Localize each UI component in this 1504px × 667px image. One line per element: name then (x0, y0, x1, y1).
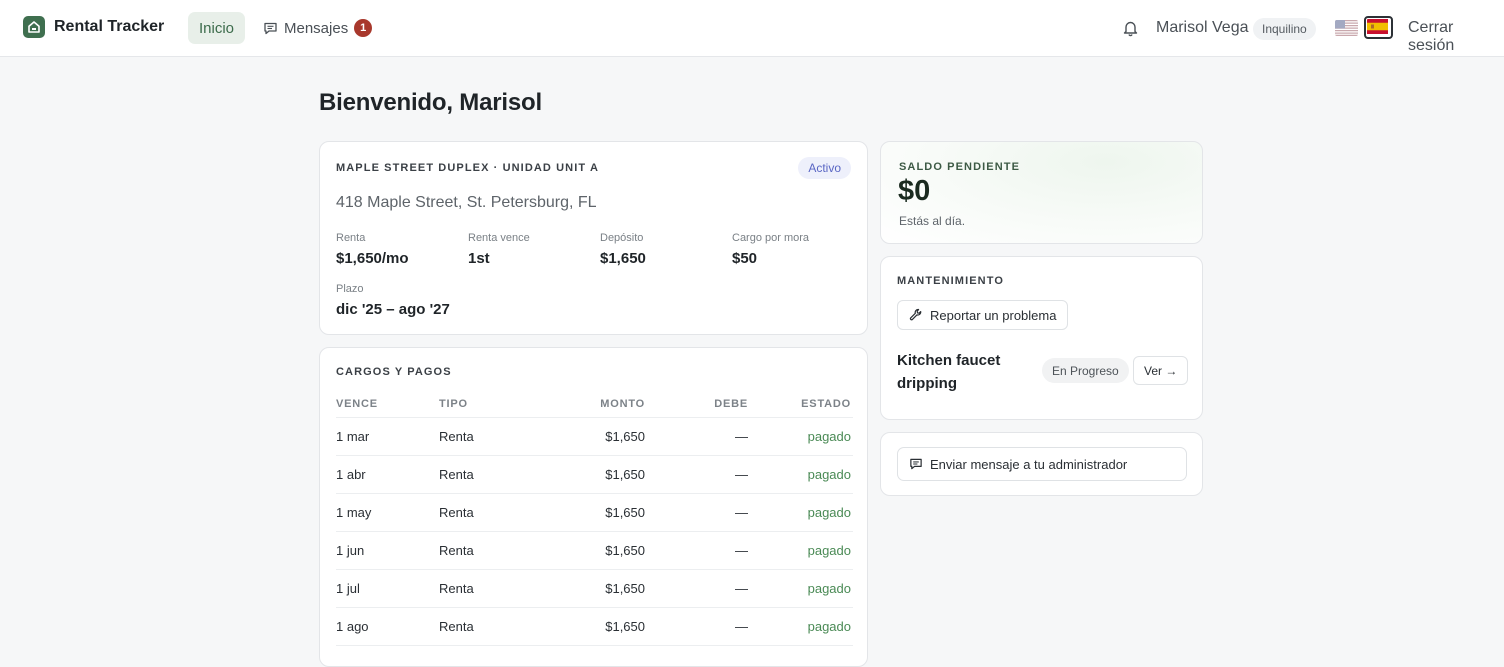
cell-status: pagado (807, 467, 851, 482)
cell-status: pagado (807, 581, 851, 596)
page-title: Bienvenido, Marisol (319, 89, 542, 116)
message-admin-button[interactable]: Enviar mensaje a tu administrador (897, 447, 1187, 481)
cell-amount: $1,650 (605, 543, 645, 558)
cell-amount: $1,650 (605, 619, 645, 634)
issue-title: Kitchen faucet dripping (897, 352, 1001, 392)
logout-link[interactable]: Cerrar sesión (1408, 19, 1504, 55)
role-badge: Inquilino (1253, 18, 1316, 40)
maintenance-heading: MANTENIMIENTO (897, 275, 1004, 287)
cell-amount: $1,650 (605, 429, 645, 444)
balance-amount: $0 (898, 175, 931, 207)
field-value: dic '25 – ago '27 (336, 301, 450, 318)
charges-card: CARGOS Y PAGOS VENCE TIPO MONTO DEBE EST… (319, 347, 868, 667)
cell-type: Renta (439, 429, 474, 444)
maintenance-card: MANTENIMIENTO Reportar un problema Kitch… (880, 256, 1203, 420)
field-value: $1,650 (600, 250, 646, 267)
balance-note: Estás al día. (899, 214, 966, 228)
cell-owed: — (735, 467, 748, 482)
charges-table: VENCE TIPO MONTO DEBE ESTADO 1 mar Renta $… (336, 396, 853, 646)
chat-icon (264, 22, 277, 34)
cell-owed: — (735, 429, 748, 444)
cell-amount: $1,650 (605, 467, 645, 482)
cell-status: pagado (807, 429, 851, 444)
field-value: 1st (468, 250, 490, 267)
cell-due: 1 may (336, 505, 372, 520)
cell-due: 1 jun (336, 543, 365, 558)
rent-due-field: Renta vence 1st (468, 232, 530, 267)
cell-type: Renta (439, 543, 474, 558)
cell-due: 1 ago (336, 619, 369, 634)
cell-type: Renta (439, 467, 474, 482)
term-field: Plazo dic '25 – ago '27 (336, 283, 450, 318)
cell-type: Renta (439, 581, 474, 596)
cell-owed: — (735, 505, 748, 520)
field-label: Renta vence (468, 232, 530, 244)
lease-status-badge: Activo (798, 157, 851, 179)
table-row: 1 mar Renta $1,650 — pagado (336, 418, 853, 456)
rent-field: Renta $1,650/mo (336, 232, 409, 267)
brand[interactable]: Rental Tracker (23, 16, 164, 38)
cell-owed: — (735, 619, 748, 634)
charges-heading: CARGOS Y PAGOS (336, 366, 452, 378)
field-label: Plazo (336, 283, 364, 295)
balance-card: SALDO PENDIENTE $0 Estás al día. (880, 141, 1203, 244)
column-header-owed: DEBE (714, 398, 748, 410)
user-name: Marisol Vega (1156, 19, 1249, 36)
messages-count-badge: 1 (354, 19, 373, 37)
column-header-amount: MONTO (600, 398, 645, 410)
column-header-status: ESTADO (801, 398, 851, 410)
top-nav: Rental Tracker Inicio Mensajes 1 Marisol… (0, 0, 1504, 57)
balance-heading: SALDO PENDIENTE (899, 161, 1021, 173)
wrench-icon (909, 308, 922, 321)
field-value: $1,650/mo (336, 250, 409, 267)
contact-card: Enviar mensaje a tu administrador (880, 432, 1203, 496)
property-card: MAPLE STREET DUPLEX · UNIDAD UNIT A Acti… (319, 141, 868, 335)
report-issue-label: Reportar un problema (930, 307, 1057, 323)
late-fee-field: Cargo por mora $50 (732, 232, 809, 267)
table-row: 1 ago Renta $1,650 — pagado (336, 608, 853, 646)
cell-type: Renta (439, 619, 474, 634)
column-header-type: TIPO (439, 398, 468, 410)
bell-icon[interactable] (1122, 19, 1139, 42)
view-issue-button[interactable]: Ver → (1133, 356, 1189, 385)
message-admin-label: Enviar mensaje a tu administrador (930, 456, 1128, 472)
nav-home-tab[interactable]: Inicio (188, 12, 246, 44)
issue-status-badge: En Progreso (1042, 358, 1129, 383)
table-header: VENCE TIPO MONTO DEBE ESTADO (336, 396, 853, 418)
cell-due: 1 abr (336, 467, 366, 482)
column-header-due: VENCE (336, 398, 378, 410)
field-value: $50 (732, 250, 758, 267)
table-row: 1 jun Renta $1,650 — pagado (336, 532, 853, 570)
cell-owed: — (735, 581, 748, 596)
nav-messages-tab[interactable]: Mensajes 1 (263, 12, 373, 44)
cell-owed: — (735, 543, 748, 558)
field-label: Depósito (600, 232, 644, 244)
field-label: Renta (336, 232, 366, 244)
cell-amount: $1,650 (605, 581, 645, 596)
chat-icon (910, 458, 922, 470)
cell-status: pagado (807, 505, 851, 520)
house-icon (23, 16, 45, 38)
flag-es-icon[interactable] (1364, 16, 1393, 39)
nav-messages-label: Mensajes (284, 19, 349, 37)
cell-due: 1 jul (336, 581, 360, 596)
app-name: Rental Tracker (54, 18, 165, 35)
flag-us-icon[interactable] (1335, 20, 1358, 36)
property-address: 418 Maple Street, St. Petersburg, FL (336, 194, 597, 211)
cell-amount: $1,650 (605, 505, 645, 520)
table-row: 1 abr Renta $1,650 — pagado (336, 456, 853, 494)
cell-status: pagado (807, 543, 851, 558)
cell-status: pagado (807, 619, 851, 634)
cell-due: 1 mar (336, 429, 370, 444)
table-body: 1 mar Renta $1,650 — pagado 1 abr Renta $1,650 —… (336, 418, 853, 646)
report-issue-button[interactable]: Reportar un problema (897, 300, 1069, 330)
deposit-field: Depósito $1,650 (600, 232, 646, 267)
property-heading: MAPLE STREET DUPLEX · UNIDAD UNIT A (336, 162, 599, 174)
cell-type: Renta (439, 505, 474, 520)
table-row: 1 jul Renta $1,650 — pagado (336, 570, 853, 608)
field-label: Cargo por mora (732, 232, 810, 244)
table-row: 1 may Renta $1,650 — pagado (336, 494, 853, 532)
